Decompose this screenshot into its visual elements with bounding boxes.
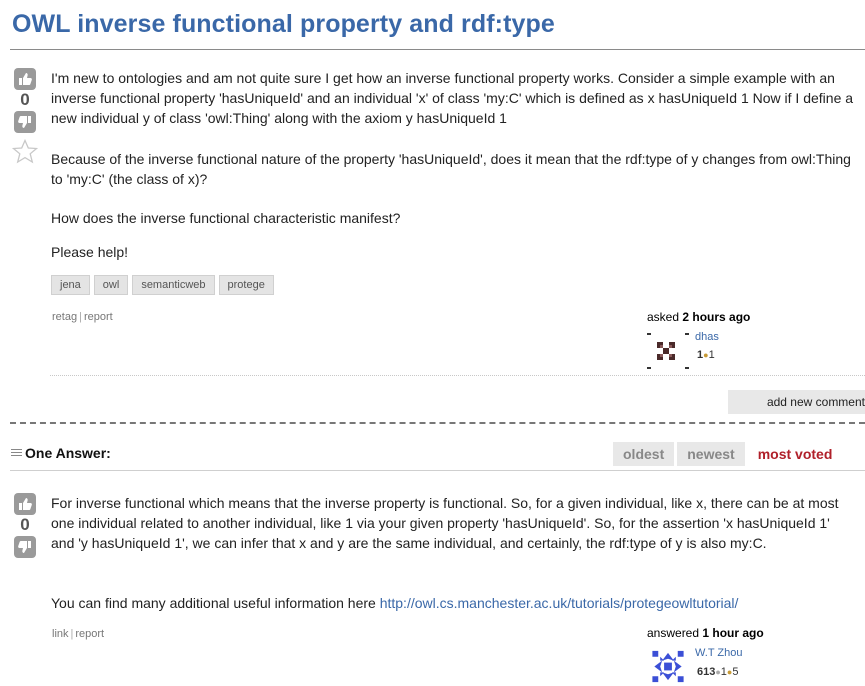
question-body: Please help!: [51, 242, 857, 262]
asker-name[interactable]: dhas: [695, 331, 719, 343]
answerer-name[interactable]: W.T Zhou: [695, 647, 742, 659]
sort-tabs: oldest newest most voted: [613, 442, 843, 466]
answered-label: answered: [647, 626, 700, 640]
answer-vote-count: 0: [20, 515, 30, 534]
question-body: I'm new to ontologies and am not quite s…: [51, 68, 857, 128]
answerer-reputation: 613●1●5: [697, 666, 738, 678]
question-paragraph: Please help!: [51, 244, 129, 260]
answer-body: You can find many additional useful info…: [51, 593, 857, 613]
answer-paragraph: For inverse functional which means that …: [51, 495, 839, 551]
permalink-link[interactable]: link: [52, 628, 69, 640]
reputation-score: 613: [697, 666, 716, 678]
tag-jena[interactable]: jena: [51, 275, 90, 295]
tag-protege[interactable]: protege: [218, 275, 274, 295]
asked-label: asked: [647, 310, 680, 324]
bronze-badge-count: 1: [708, 349, 715, 361]
question-body: Because of the inverse functional nature…: [51, 149, 857, 189]
tag-owl[interactable]: owl: [93, 275, 129, 295]
answer-paragraph-text: You can find many additional useful info…: [51, 595, 376, 611]
answers-header: One Answer:: [11, 445, 111, 461]
avatar[interactable]: [647, 333, 689, 369]
bronze-badge-count: 5: [732, 666, 739, 678]
add-comment-button[interactable]: add new comment: [728, 390, 865, 414]
question-vote-column: 0: [11, 68, 39, 164]
answer-vote-column: 0: [11, 493, 39, 558]
thumb-up-icon[interactable]: [14, 68, 36, 90]
question-title[interactable]: OWL inverse functional property and rdf:…: [12, 10, 555, 39]
favorite-star-icon[interactable]: [12, 139, 38, 164]
asker-reputation: 1●1: [697, 349, 715, 361]
question-body: How does the inverse functional characte…: [51, 208, 857, 228]
report-link[interactable]: report: [75, 628, 104, 640]
question-action-links: retag | report: [52, 311, 113, 323]
tag-list: jena owl semanticweb protege: [51, 275, 274, 295]
question-paragraph: How does the inverse functional characte…: [51, 210, 401, 226]
link-separator: |: [79, 311, 82, 323]
question-paragraph: Because of the inverse functional nature…: [51, 151, 851, 187]
tab-most-voted[interactable]: most voted: [747, 442, 843, 466]
section-divider: [10, 422, 865, 424]
tab-newest[interactable]: newest: [677, 442, 745, 466]
answer-action-links: link | report: [52, 628, 104, 640]
thumb-up-icon[interactable]: [14, 493, 36, 515]
thumb-down-icon[interactable]: [14, 111, 36, 133]
avatar[interactable]: [648, 647, 688, 686]
question-vote-count: 0: [20, 90, 30, 109]
answer-paragraph: You can find many additional useful info…: [51, 593, 857, 613]
comment-divider: [50, 375, 865, 376]
list-lines-icon: [11, 449, 22, 456]
retag-link[interactable]: retag: [52, 311, 77, 323]
answers-header-divider: [10, 470, 865, 471]
question-paragraph: I'm new to ontologies and am not quite s…: [51, 70, 854, 126]
answers-count-label: One Answer:: [25, 445, 111, 461]
tab-oldest[interactable]: oldest: [613, 442, 675, 466]
report-link[interactable]: report: [84, 311, 113, 323]
asked-info: asked 2 hours ago: [647, 310, 750, 324]
tutorial-link[interactable]: http://owl.cs.manchester.ac.uk/tutorials…: [380, 595, 739, 611]
thumb-down-icon[interactable]: [14, 536, 36, 558]
tag-semanticweb[interactable]: semanticweb: [132, 275, 215, 295]
title-divider: [10, 49, 865, 50]
answered-time: 1 hour ago: [702, 626, 764, 640]
answered-info: answered 1 hour ago: [647, 626, 764, 640]
asked-time: 2 hours ago: [682, 310, 751, 324]
answer-body: For inverse functional which means that …: [51, 493, 857, 553]
